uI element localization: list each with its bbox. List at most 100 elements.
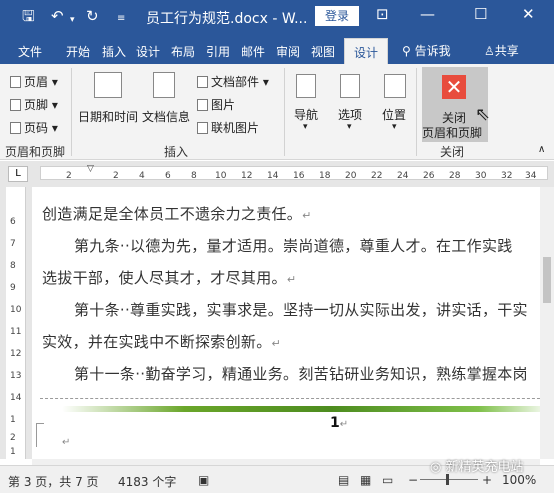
share-label: 共享 [494, 44, 519, 58]
tab-view[interactable]: 视图 [311, 43, 335, 60]
header-label: 页眉 [24, 75, 49, 89]
ruler-tick: 2 [66, 171, 72, 181]
document-info-icon [153, 72, 175, 98]
proofing-icon[interactable]: ▣ [198, 473, 209, 487]
zoom-out-icon[interactable]: − [408, 473, 418, 487]
zoom-slider[interactable] [420, 479, 478, 480]
document-info-button[interactable]: 文档信息 [142, 108, 190, 125]
page-number-icon [10, 122, 21, 134]
position-button[interactable]: 位置 [382, 106, 406, 123]
print-layout-icon[interactable]: ▦ [360, 473, 371, 487]
close-label-line2: 页眉和页脚 [422, 126, 483, 140]
ruler-tick: 22 [371, 171, 383, 181]
page-number-label: 页码 [24, 121, 49, 135]
page-number-button[interactable]: 页码 ▾ [10, 119, 58, 136]
read-mode-icon[interactable]: ▤ [338, 473, 349, 487]
close-group-label: 关闭 [440, 145, 465, 159]
online-pictures-label: 联机图片 [211, 121, 260, 135]
tab-layout[interactable]: 布局 [171, 43, 195, 60]
tab-file[interactable]: 文件 [18, 43, 42, 60]
online-pictures-button[interactable]: 联机图片 [197, 119, 259, 136]
group-divider [416, 68, 417, 156]
header-button[interactable]: 页眉 ▾ [10, 73, 58, 90]
vertical-ruler[interactable]: 6 7 8 9 10 11 12 13 14 1 2 1 [6, 187, 26, 459]
chevron-down-icon: ▾ [303, 122, 308, 132]
navigation-button[interactable]: 导航 [294, 106, 318, 123]
tab-hf-design[interactable]: 设计 [344, 38, 389, 64]
ruler-tick: 8 [10, 261, 16, 271]
mouse-cursor-icon: ⇖ [475, 104, 491, 125]
zoom-slider-thumb[interactable] [446, 474, 449, 485]
document-page[interactable]: 创造满足是全体员工不遗余力之责任。↵ 第九条··以德为先，量才适用。崇尚道德，尊… [32, 187, 554, 459]
close-window-icon[interactable]: ✕ [522, 5, 535, 23]
word-window: 🖫 ↶ ▾ ↻ ≡ 员工行为规范.docx - W... 登录 ⊡ — ☐ ✕ … [0, 0, 554, 493]
footer-button[interactable]: 页脚 ▾ [10, 96, 58, 113]
ruler-tick: 14 [10, 393, 22, 403]
web-layout-icon[interactable]: ▭ [382, 473, 393, 487]
tab-insert[interactable]: 插入 [102, 43, 126, 60]
document-title: 员工行为规范.docx - W... [146, 11, 308, 27]
body-line: 第十条··尊重实践，实事求是。坚持一切从实际出发，讲实话，干实 [74, 301, 528, 319]
footer-label: 页脚 [24, 98, 49, 112]
ruler-tick: 16 [293, 171, 305, 181]
collapse-ribbon-icon[interactable]: ∧ [538, 144, 545, 155]
footer-icon [10, 99, 21, 111]
save-icon[interactable]: 🖫 [22, 7, 35, 25]
pictures-button[interactable]: 图片 [197, 96, 235, 113]
zoom-level[interactable]: 100% [502, 473, 536, 487]
minimize-icon[interactable]: — [420, 5, 435, 23]
chevron-down-icon: ▾ [392, 122, 397, 132]
watermark: ◎ 新精英充电站 [430, 460, 524, 475]
pictures-label: 图片 [211, 98, 236, 112]
redo-icon[interactable]: ↻ [86, 7, 99, 25]
footer-page-number[interactable]: 1↵ [330, 415, 348, 431]
options-button[interactable]: 选项 [338, 106, 362, 123]
ruler-tick: 10 [10, 305, 22, 315]
tell-me-label: 告诉我 [414, 44, 451, 58]
tab-review[interactable]: 审阅 [276, 43, 300, 60]
ruler-tick: 18 [319, 171, 331, 181]
tab-design[interactable]: 设计 [136, 43, 160, 60]
insert-group-label: 插入 [164, 145, 189, 159]
tab-mailings[interactable]: 邮件 [241, 43, 265, 60]
options-icon [340, 74, 360, 98]
footer-decoration-line [62, 406, 552, 412]
scroll-thumb[interactable] [543, 257, 551, 303]
maximize-icon[interactable]: ☐ [474, 5, 487, 23]
tab-stop-selector[interactable]: L [8, 166, 28, 182]
ruler-tick: 13 [10, 371, 22, 381]
indent-marker-icon[interactable]: ▽ [87, 164, 94, 174]
tab-references[interactable]: 引用 [206, 43, 230, 60]
share-button[interactable]: ♙共享 [484, 42, 519, 59]
document-parts-button[interactable]: 文档部件 ▾ [197, 73, 269, 90]
body-line: 选拔干部，使人尽其才，才尽其用。↵ [42, 269, 297, 287]
ribbon-tabs: 文件 开始 插入 设计 布局 引用 邮件 审阅 视图 设计 ⚲ 告诉我 ♙共享 [0, 34, 554, 64]
ruler-tick: 30 [475, 171, 487, 181]
ruler-tick: 2 [10, 433, 16, 443]
word-count[interactable]: 4183 个字 [118, 473, 176, 490]
customize-quick-access-icon[interactable]: ≡ [117, 10, 125, 28]
person-icon: ♙ [484, 44, 495, 58]
tell-me-search[interactable]: ⚲ 告诉我 [402, 42, 451, 59]
undo-icon[interactable]: ↶ [51, 7, 64, 25]
ruler-tick: 1 [10, 447, 16, 457]
undo-dropdown-icon[interactable]: ▾ [70, 11, 75, 29]
zoom-in-icon[interactable]: + [482, 473, 492, 487]
header-footer-group-label: 页眉和页脚 [5, 145, 66, 159]
ruler-tick: 2 [113, 171, 119, 181]
tab-home[interactable]: 开始 [66, 43, 90, 60]
ruler-tick: 9 [10, 283, 16, 293]
document-parts-label: 文档部件 [211, 75, 260, 89]
login-button[interactable]: 登录 [315, 6, 359, 26]
vertical-scrollbar[interactable] [540, 187, 554, 459]
chevron-down-icon: ▾ [347, 122, 352, 132]
page-count[interactable]: 第 3 页，共 7 页 [8, 473, 99, 490]
horizontal-ruler: L 2 ▽ 2 4 6 8 10 12 14 16 18 20 22 24 26… [0, 161, 554, 187]
date-time-button[interactable]: 日期和时间 [78, 108, 138, 125]
navigation-icon [296, 74, 316, 98]
ruler-tick: 6 [10, 217, 16, 227]
ribbon-display-icon[interactable]: ⊡ [376, 5, 389, 23]
ruler-tick: 7 [10, 239, 16, 249]
ruler-bar[interactable]: 2 ▽ 2 4 6 8 10 12 14 16 18 20 22 24 26 2… [40, 164, 548, 181]
ruler-tick: 28 [449, 171, 461, 181]
